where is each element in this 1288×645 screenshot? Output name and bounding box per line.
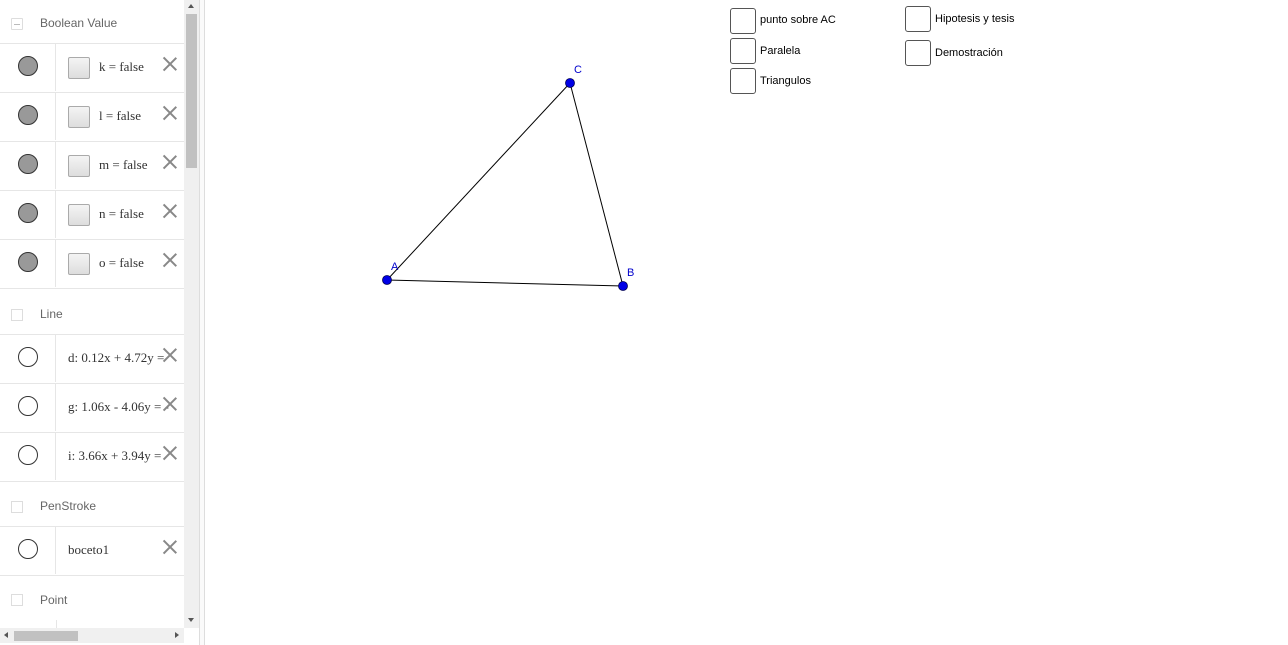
point-c[interactable]	[565, 78, 575, 88]
algebra-item-m[interactable]: m = false	[0, 141, 184, 189]
delete-icon[interactable]	[161, 444, 179, 462]
visibility-toggle-icon[interactable]	[18, 445, 38, 465]
checkbox-label[interactable]: Demostración	[935, 47, 1003, 59]
visibility-toggle-icon[interactable]	[18, 252, 38, 272]
delete-icon[interactable]	[161, 251, 179, 269]
point-label-b: B	[627, 267, 634, 279]
visibility-toggle-icon[interactable]	[18, 396, 38, 416]
checkbox-label[interactable]: Hipotesis y tesis	[935, 13, 1014, 25]
checkbox-label[interactable]: punto sobre AC	[760, 14, 836, 26]
group-label: Point	[40, 593, 68, 607]
visibility-toggle-icon[interactable]	[18, 539, 38, 559]
group-label: Line	[40, 307, 63, 321]
row-divider	[56, 620, 57, 628]
group-point[interactable]: Point	[0, 575, 184, 628]
item-definition[interactable]: o = false	[99, 255, 144, 271]
marble-cell	[0, 335, 56, 382]
checkbox-label[interactable]: Paralela	[760, 45, 800, 57]
item-definition[interactable]: l = false	[99, 108, 141, 124]
algebra-view: Boolean Value k = false l = false m = fa…	[0, 0, 184, 628]
collapse-icon[interactable]	[11, 18, 23, 30]
collapse-icon[interactable]	[11, 309, 23, 321]
checkbox-punto-sobre-ac[interactable]	[730, 8, 756, 34]
segment-ca[interactable]	[386, 82, 571, 281]
marble-cell	[0, 527, 56, 574]
algebra-item-i[interactable]: i: 3.66x + 3.94y =	[0, 432, 184, 480]
horizontal-scroll-thumb[interactable]	[14, 631, 78, 641]
marble-cell	[0, 93, 56, 140]
collapse-icon[interactable]	[11, 594, 23, 606]
algebra-item-n[interactable]: n = false	[0, 190, 184, 238]
scroll-up-icon[interactable]	[188, 4, 194, 8]
marble-cell	[0, 191, 56, 238]
scroll-right-icon[interactable]	[175, 632, 179, 638]
boolean-checkbox[interactable]	[68, 253, 90, 275]
point-b[interactable]	[618, 281, 628, 291]
boolean-checkbox[interactable]	[68, 57, 90, 79]
delete-icon[interactable]	[161, 153, 179, 171]
marble-cell	[0, 142, 56, 189]
algebra-item-k[interactable]: k = false	[0, 43, 184, 91]
graphics-view[interactable]: A B C punto sobre AC Paralela Triangulos…	[206, 0, 1288, 645]
item-definition[interactable]: m = false	[99, 157, 147, 173]
item-definition[interactable]: n = false	[99, 206, 144, 222]
algebra-item-boceto1[interactable]: boceto1	[0, 526, 184, 574]
view-splitter[interactable]	[199, 0, 205, 645]
visibility-toggle-icon[interactable]	[18, 105, 38, 125]
scroll-down-icon[interactable]	[188, 618, 194, 622]
segment-ab[interactable]	[386, 279, 624, 287]
point-label-a: A	[391, 261, 399, 273]
delete-icon[interactable]	[161, 346, 179, 364]
segment-bc[interactable]	[569, 82, 624, 287]
group-boolean-value[interactable]: Boolean Value	[0, 2, 184, 46]
delete-icon[interactable]	[161, 55, 179, 73]
point-label-c: C	[574, 64, 582, 76]
marble-cell	[0, 240, 56, 287]
group-label: Boolean Value	[40, 16, 118, 30]
item-definition[interactable]: k = false	[99, 59, 144, 75]
boolean-checkbox[interactable]	[68, 106, 90, 128]
scroll-left-icon[interactable]	[4, 632, 8, 638]
visibility-toggle-icon[interactable]	[18, 347, 38, 367]
vertical-scroll-thumb[interactable]	[186, 14, 197, 168]
marble-cell	[0, 384, 56, 431]
marble-cell	[0, 433, 56, 480]
delete-icon[interactable]	[161, 104, 179, 122]
checkbox-paralela[interactable]	[730, 38, 756, 64]
delete-icon[interactable]	[161, 202, 179, 220]
checkbox-triangulos[interactable]	[730, 68, 756, 94]
point-a[interactable]	[382, 275, 392, 285]
visibility-toggle-icon[interactable]	[18, 203, 38, 223]
boolean-checkbox[interactable]	[68, 204, 90, 226]
visibility-toggle-icon[interactable]	[18, 56, 38, 76]
delete-icon[interactable]	[161, 395, 179, 413]
delete-icon[interactable]	[161, 538, 179, 556]
checkbox-label[interactable]: Triangulos	[760, 75, 811, 87]
algebra-item-l[interactable]: l = false	[0, 92, 184, 140]
algebra-item-g[interactable]: g: 1.06x - 4.06y = -	[0, 383, 184, 431]
algebra-item-o[interactable]: o = false	[0, 239, 184, 287]
collapse-icon[interactable]	[11, 501, 23, 513]
algebra-item-d[interactable]: d: 0.12x + 4.72y =	[0, 334, 184, 382]
group-penstroke[interactable]: PenStroke	[0, 481, 184, 526]
checkbox-demostracion[interactable]	[905, 40, 931, 66]
construction-canvas[interactable]: A B C	[206, 0, 1288, 645]
group-line[interactable]: Line	[0, 288, 184, 334]
visibility-toggle-icon[interactable]	[18, 154, 38, 174]
marble-cell	[0, 44, 56, 91]
checkbox-hipotesis-y-tesis[interactable]	[905, 6, 931, 32]
boolean-checkbox[interactable]	[68, 155, 90, 177]
group-label: PenStroke	[40, 499, 97, 513]
